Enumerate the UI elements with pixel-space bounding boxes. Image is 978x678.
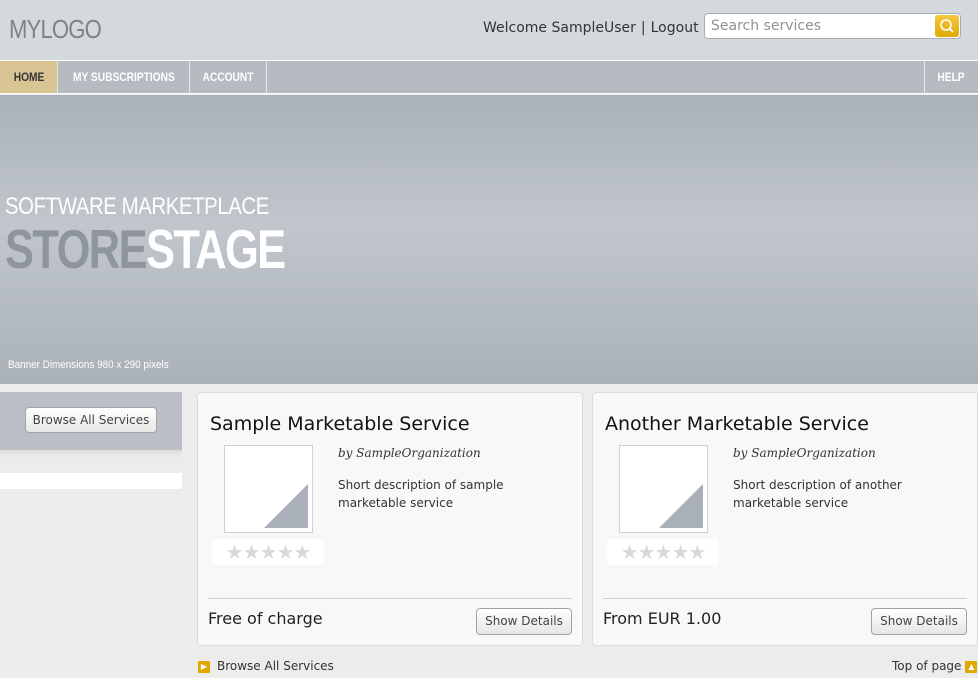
- nav-my-subscriptions[interactable]: MY SUBSCRIPTIONS: [58, 61, 190, 93]
- rating-stars: ★★★★★: [212, 539, 324, 565]
- service-thumbnail[interactable]: [619, 445, 708, 533]
- nav-account-label: ACCOUNT: [202, 70, 254, 84]
- banner-title: STORESTAGE: [5, 218, 286, 280]
- service-price: Free of charge: [208, 609, 323, 628]
- top-of-page-link[interactable]: Top of page ▲: [892, 659, 978, 673]
- service-description: Short description of sample marketable s…: [338, 478, 504, 510]
- service-title[interactable]: Another Marketable Service: [605, 413, 869, 435]
- search-input[interactable]: [711, 17, 931, 35]
- placeholder-image-icon: [659, 484, 703, 528]
- service-organization: by SampleOrganization: [338, 446, 481, 460]
- nav-home-label: HOME: [13, 70, 44, 84]
- banner-subtitle: SOFTWARE MARKETPLACE: [5, 193, 269, 220]
- nav-help-label: HELP: [937, 70, 966, 84]
- divider: [603, 598, 967, 599]
- nav-subscriptions-label: MY SUBSCRIPTIONS: [72, 70, 175, 84]
- top-of-page-label: Top of page: [892, 659, 962, 673]
- logout-link[interactable]: Logout: [651, 20, 699, 36]
- footer-browse-label: Browse All Services: [217, 659, 334, 673]
- show-details-button[interactable]: Show Details: [476, 608, 572, 635]
- service-card: Sample Marketable Service ★★★★★ by Sampl…: [197, 392, 583, 646]
- banner-dimensions: Banner Dimensions 980 x 290 pixels: [8, 359, 169, 371]
- service-description: Short description of another marketable …: [733, 478, 902, 510]
- banner: SOFTWARE MARKETPLACE STORESTAGE Banner D…: [0, 95, 978, 384]
- logo[interactable]: MYLOGO: [9, 14, 102, 45]
- rating-stars: ★★★★★: [607, 539, 719, 565]
- header: MYLOGO Welcome SampleUser | Logout: [0, 0, 978, 60]
- show-details-button[interactable]: Show Details: [871, 608, 967, 635]
- main-nav: HOME MY SUBSCRIPTIONS ACCOUNT HELP: [0, 60, 978, 94]
- search-icon: [940, 19, 954, 33]
- browse-all-services-button[interactable]: Browse All Services: [25, 407, 157, 433]
- chevron-up-icon: ▲: [965, 660, 978, 673]
- nav-home[interactable]: HOME: [0, 61, 58, 93]
- banner-title-stage: STAGE: [146, 218, 286, 280]
- welcome-area: Welcome SampleUser | Logout: [483, 20, 699, 36]
- nav-account[interactable]: ACCOUNT: [190, 61, 267, 93]
- separator: |: [640, 20, 646, 36]
- chevron-right-icon: ▶: [198, 660, 210, 673]
- banner-title-store: STORE: [5, 218, 148, 280]
- placeholder-image-icon: [264, 484, 308, 528]
- service-title[interactable]: Sample Marketable Service: [210, 413, 470, 435]
- search-button[interactable]: [935, 15, 959, 37]
- service-organization: by SampleOrganization: [733, 446, 876, 460]
- service-card: Another Marketable Service ★★★★★ by Samp…: [592, 392, 978, 646]
- nav-help[interactable]: HELP: [924, 61, 978, 93]
- sidebar-shadow: [0, 450, 182, 458]
- search-box: [704, 13, 961, 39]
- sidebar-strip: [0, 473, 182, 489]
- welcome-text: Welcome SampleUser: [483, 20, 636, 36]
- footer-browse-all-link[interactable]: ▶ Browse All Services: [198, 659, 334, 675]
- divider: [208, 598, 572, 599]
- service-thumbnail[interactable]: [224, 445, 313, 533]
- service-price: From EUR 1.00: [603, 609, 722, 628]
